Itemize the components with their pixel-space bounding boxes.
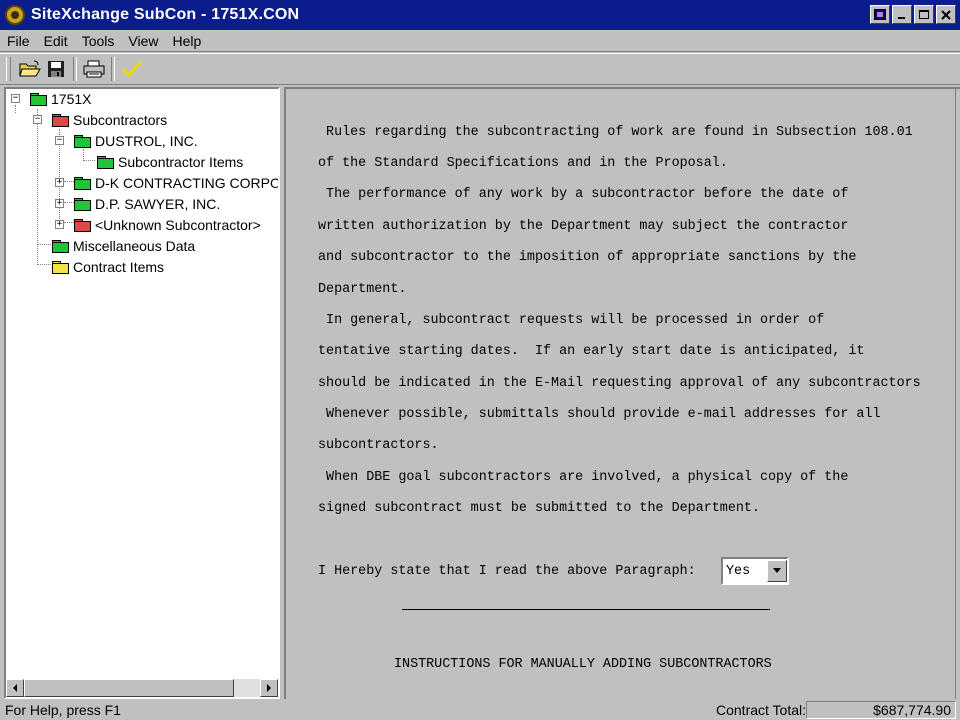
menu-view[interactable]: View	[121, 33, 165, 49]
tree-item-root[interactable]: 1751X	[30, 89, 91, 109]
tree-label: Subcontractors	[73, 112, 168, 128]
content-vertical-scrollbar[interactable]	[955, 89, 960, 699]
project-tree[interactable]: − 1751X − Subcontractors − DUSTROL, INC.…	[4, 87, 280, 699]
expander-dk[interactable]: +	[55, 178, 64, 187]
read-confirm-value: Yes	[726, 563, 751, 579]
paragraph-line: Whenever possible, submittals should pro…	[318, 407, 881, 422]
window-controls	[870, 5, 956, 24]
folder-green-icon	[74, 176, 91, 190]
menu-edit[interactable]: Edit	[37, 33, 75, 49]
folder-green-icon	[74, 134, 91, 148]
menu-help[interactable]: Help	[165, 33, 208, 49]
scroll-thumb[interactable]	[24, 679, 234, 697]
minimize-button[interactable]	[892, 5, 912, 24]
divider	[402, 609, 770, 610]
title-bar: SiteXchange SubCon - 1751X.CON	[0, 0, 960, 30]
contract-total-label: Contract Total:	[716, 702, 807, 718]
tree-item-contract-items[interactable]: Contract Items	[52, 257, 164, 277]
tree-item-unknown-subcontractor[interactable]: <Unknown Subcontractor>	[74, 215, 261, 235]
paragraph-line: signed subcontract must be submitted to …	[318, 501, 760, 516]
tree-label: Subcontractor Items	[118, 154, 244, 170]
contract-total-value: $687,774.90	[806, 701, 956, 719]
tree-horizontal-scrollbar[interactable]	[6, 679, 278, 697]
folder-green-icon	[97, 155, 114, 169]
tree-item-subcontractors[interactable]: Subcontractors	[52, 110, 167, 130]
help-icon[interactable]	[870, 5, 890, 24]
status-help-text: For Help, press F1	[5, 702, 121, 718]
print-icon[interactable]	[81, 56, 107, 82]
paragraph-line: Department.	[318, 282, 407, 297]
tree-item-dk-contracting[interactable]: D-K CONTRACTING CORPOR/	[74, 173, 280, 193]
folder-green-icon	[52, 239, 69, 253]
expander-dp[interactable]: +	[55, 199, 64, 208]
status-bar: For Help, press F1 Contract Total: $687,…	[0, 700, 960, 720]
expander-root[interactable]: −	[11, 94, 20, 103]
read-confirm-select[interactable]: Yes	[721, 557, 789, 585]
tree-item-dp-sawyer[interactable]: D.P. SAWYER, INC.	[74, 194, 220, 214]
folder-green-icon	[74, 197, 91, 211]
chevron-down-icon[interactable]	[767, 560, 787, 582]
paragraph-line: subcontractors.	[318, 438, 439, 453]
tree-item-dustrol[interactable]: DUSTROL, INC.	[74, 131, 198, 151]
paragraph-line: In general, subcontract requests will be…	[318, 313, 825, 328]
folder-green-icon	[30, 92, 47, 106]
toolbar	[0, 53, 960, 85]
tree-label: <Unknown Subcontractor>	[95, 217, 261, 233]
tree-item-miscellaneous-data[interactable]: Miscellaneous Data	[52, 236, 195, 256]
menu-bar: File Edit Tools View Help	[0, 30, 960, 52]
menu-file[interactable]: File	[0, 33, 37, 49]
tree-label: DUSTROL, INC.	[95, 133, 198, 149]
open-folder-icon[interactable]	[17, 56, 43, 82]
expander-dustrol[interactable]: −	[55, 136, 64, 145]
tree-label: Contract Items	[73, 259, 165, 275]
tree-label: 1751X	[51, 91, 92, 107]
tree-item-subcontractor-items[interactable]: Subcontractor Items	[97, 152, 243, 172]
paragraph-line: written authorization by the Department …	[318, 219, 849, 234]
window-title: SiteXchange SubCon - 1751X.CON	[31, 6, 300, 23]
check-icon[interactable]	[119, 56, 145, 82]
folder-red-icon	[74, 218, 91, 232]
instructions-heading: INSTRUCTIONS FOR MANUALLY ADDING SUBCONT…	[394, 657, 772, 672]
toolbar-separator	[111, 57, 115, 81]
paragraph-line: When DBE goal subcontractors are involve…	[318, 470, 849, 485]
paragraph-line: and subcontractor to the imposition of a…	[318, 250, 857, 265]
folder-red-icon	[52, 113, 69, 127]
paragraph-line: The performance of any work by a subcont…	[318, 187, 849, 202]
read-statement-label: I Hereby state that I read the above Par…	[318, 564, 696, 579]
save-icon[interactable]	[43, 56, 69, 82]
tree-label: D-K CONTRACTING CORPOR/	[95, 175, 280, 191]
paragraph-line: tentative starting dates. If an early st…	[318, 344, 865, 359]
close-button[interactable]	[936, 5, 956, 24]
scroll-right-button[interactable]	[260, 679, 278, 697]
tree-label: D.P. SAWYER, INC.	[95, 196, 221, 212]
tree-label: Miscellaneous Data	[73, 238, 196, 254]
folder-yellow-icon	[52, 260, 69, 274]
paragraph-line: of the Standard Specifications and in th…	[318, 156, 728, 171]
app-icon[interactable]	[5, 5, 25, 25]
expander-unknown[interactable]: +	[55, 220, 64, 229]
content-pane: Rules regarding the subcontracting of wo…	[284, 87, 960, 699]
paragraph-line: should be indicated in the E-Mail reques…	[318, 376, 921, 391]
toolbar-grip	[6, 57, 11, 81]
paragraph-line: Rules regarding the subcontracting of wo…	[318, 125, 913, 140]
maximize-button[interactable]	[914, 5, 934, 24]
toolbar-separator	[73, 57, 77, 81]
menu-tools[interactable]: Tools	[75, 33, 122, 49]
expander-subcontractors[interactable]: −	[33, 115, 42, 124]
scroll-left-button[interactable]	[6, 679, 24, 697]
